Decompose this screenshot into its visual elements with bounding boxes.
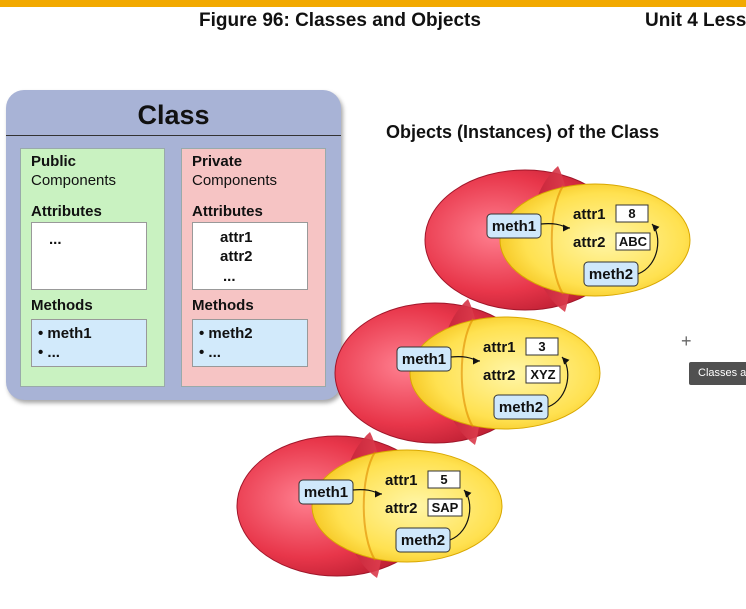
- object-instances-diagram: meth1 attr1 8 attr2 ABC meth2 meth1 attr1 3 attr2…: [236, 166, 691, 578]
- attr2-label: attr2: [483, 367, 516, 384]
- meth1-label: meth1: [402, 351, 446, 368]
- attr1-label: attr1: [385, 472, 418, 489]
- meth2-label: meth2: [401, 532, 445, 549]
- object-instance: meth1 attr1 3 attr2 XYZ meth2: [334, 299, 601, 445]
- attr1-label: attr1: [483, 339, 516, 356]
- attr2-label: attr2: [385, 500, 418, 517]
- meth2-label: meth2: [589, 266, 633, 283]
- object-instance: meth1 attr1 8 attr2 ABC meth2: [424, 166, 691, 312]
- attr2-value: SAP: [432, 500, 459, 515]
- attr2-label: attr2: [573, 234, 606, 251]
- attr1-value: 8: [628, 206, 635, 221]
- meth1-label: meth1: [304, 484, 348, 501]
- meth2-label: meth2: [499, 399, 543, 416]
- meth1-label: meth1: [492, 218, 536, 235]
- attr2-value: XYZ: [530, 367, 555, 382]
- attr1-value: 3: [538, 339, 545, 354]
- object-instance: meth1 attr1 5 attr2 SAP meth2: [236, 432, 503, 578]
- attr1-label: attr1: [573, 206, 606, 223]
- attr2-value: ABC: [619, 234, 648, 249]
- attr1-value: 5: [440, 472, 447, 487]
- crosshair-cursor-icon: +: [681, 331, 692, 351]
- tooltip: Classes an: [689, 362, 746, 385]
